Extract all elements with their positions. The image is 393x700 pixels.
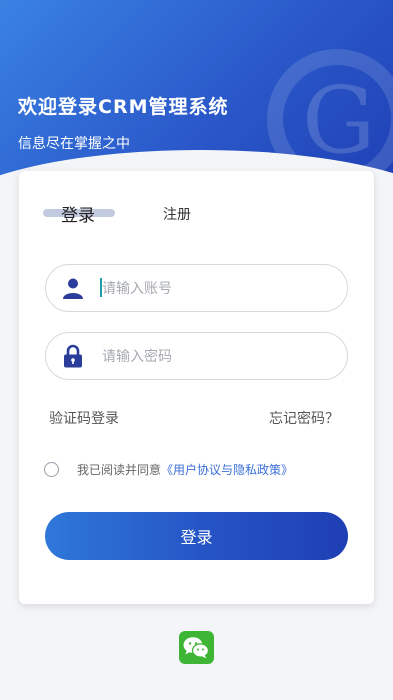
wechat-login-button[interactable] xyxy=(179,631,214,664)
forgot-password-link[interactable]: 忘记密码？ xyxy=(269,408,339,428)
wechat-icon xyxy=(183,637,210,659)
tab-login-label: 登录 xyxy=(61,206,95,226)
tab-register[interactable]: 注册 xyxy=(163,204,191,224)
page-title: 欢迎登录CRM管理系统 xyxy=(18,96,229,118)
agreement-text: 我已阅读并同意《用户协议与隐私政策》 xyxy=(77,461,293,478)
tab-login[interactable]: 登录 xyxy=(43,201,115,226)
password-field[interactable] xyxy=(45,332,348,380)
lock-icon xyxy=(64,344,82,368)
account-field[interactable] xyxy=(45,264,348,312)
agreement-link[interactable]: 《用户协议与隐私政策》 xyxy=(161,463,293,477)
agreement-prefix: 我已阅读并同意 xyxy=(77,463,162,477)
login-button[interactable]: 登录 xyxy=(45,512,348,560)
login-card: 登录 注册 验证码登录 忘记密码？ 我已阅读并同意《用户协议与隐私政策》 登录 xyxy=(19,171,374,604)
agreement-checkbox[interactable] xyxy=(44,462,59,477)
code-login-link[interactable]: 验证码登录 xyxy=(49,408,119,428)
account-input[interactable] xyxy=(100,275,334,303)
password-input[interactable] xyxy=(100,343,334,371)
user-icon xyxy=(63,278,83,299)
page-subtitle: 信息尽在掌握之中 xyxy=(18,136,130,152)
